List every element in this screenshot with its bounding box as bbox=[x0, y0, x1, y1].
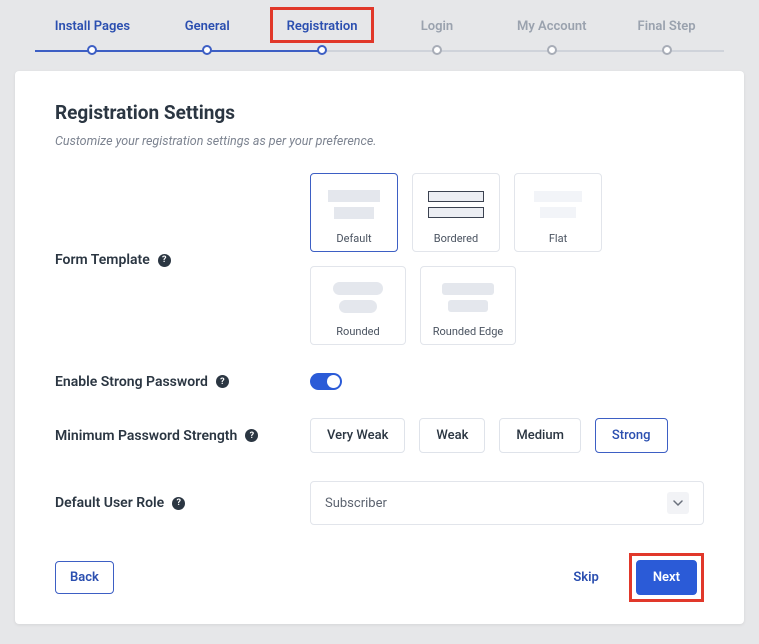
preview-bar bbox=[333, 282, 383, 295]
tile-preview bbox=[421, 182, 491, 226]
help-icon[interactable]: ? bbox=[216, 375, 229, 388]
page-title: Registration Settings bbox=[55, 101, 704, 124]
field-form-template: Form Template ? Default Bordered bbox=[55, 173, 704, 345]
strength-weak[interactable]: Weak bbox=[419, 418, 485, 453]
label-text: Default User Role bbox=[55, 495, 164, 511]
step-dot bbox=[202, 45, 212, 55]
tile-preview bbox=[319, 182, 389, 226]
label-text: Enable Strong Password bbox=[55, 374, 208, 390]
strength-medium[interactable]: Medium bbox=[499, 418, 581, 453]
tile-label: Bordered bbox=[421, 232, 491, 245]
strong-password-control bbox=[310, 373, 704, 390]
chevron-down-icon bbox=[667, 492, 689, 514]
step-general[interactable]: General bbox=[150, 15, 265, 48]
help-icon[interactable]: ? bbox=[245, 429, 258, 442]
step-install-pages[interactable]: Install Pages bbox=[35, 15, 150, 48]
footer-right: Skip Next bbox=[559, 553, 704, 602]
field-default-role: Default User Role ? Subscriber bbox=[55, 481, 704, 525]
step-label: My Account bbox=[517, 19, 587, 34]
template-rounded-edge[interactable]: Rounded Edge bbox=[420, 266, 516, 345]
template-tiles-row1: Default Bordered Flat bbox=[310, 173, 704, 252]
step-dot bbox=[662, 45, 672, 55]
select-value: Subscriber bbox=[325, 496, 387, 511]
strength-options: Very Weak Weak Medium Strong bbox=[310, 418, 704, 453]
preview-bar bbox=[442, 283, 494, 295]
step-login[interactable]: Login bbox=[379, 15, 494, 48]
help-icon[interactable]: ? bbox=[172, 497, 185, 510]
tile-label: Flat bbox=[523, 232, 593, 245]
page-subtitle: Customize your registration settings as … bbox=[55, 134, 704, 149]
strong-password-label: Enable Strong Password ? bbox=[55, 374, 310, 390]
step-label: General bbox=[185, 19, 230, 34]
footer-actions: Back Skip Next bbox=[55, 553, 704, 602]
field-min-strength: Minimum Password Strength ? Very Weak We… bbox=[55, 418, 704, 453]
step-final[interactable]: Final Step bbox=[609, 15, 724, 48]
step-label: Install Pages bbox=[55, 19, 130, 34]
tile-preview bbox=[429, 275, 507, 319]
step-label: Registration bbox=[287, 19, 358, 34]
preview-bar bbox=[334, 207, 374, 219]
default-role-label: Default User Role ? bbox=[55, 495, 310, 511]
stepper-progress bbox=[35, 50, 324, 52]
template-rounded[interactable]: Rounded bbox=[310, 266, 406, 345]
form-template-control: Default Bordered Flat bbox=[310, 173, 704, 345]
step-my-account[interactable]: My Account bbox=[494, 15, 609, 48]
default-role-select[interactable]: Subscriber bbox=[310, 481, 704, 525]
tile-label: Default bbox=[319, 232, 389, 245]
back-button[interactable]: Back bbox=[55, 561, 114, 594]
stepper-nav: Install Pages General Registration Login… bbox=[35, 15, 724, 59]
preview-bar bbox=[540, 207, 576, 218]
preview-bar bbox=[428, 191, 484, 202]
tile-label: Rounded Edge bbox=[429, 325, 507, 338]
field-strong-password: Enable Strong Password ? bbox=[55, 373, 704, 390]
skip-button[interactable]: Skip bbox=[559, 562, 613, 593]
step-dot bbox=[547, 45, 557, 55]
default-role-control: Subscriber bbox=[310, 481, 704, 525]
step-dot bbox=[317, 45, 327, 55]
preview-bar bbox=[534, 191, 582, 202]
strength-very-weak[interactable]: Very Weak bbox=[310, 418, 405, 453]
label-text: Minimum Password Strength bbox=[55, 428, 237, 444]
step-registration[interactable]: Registration bbox=[265, 15, 380, 48]
label-text: Form Template bbox=[55, 252, 150, 268]
template-bordered[interactable]: Bordered bbox=[412, 173, 500, 252]
preview-bar bbox=[428, 207, 484, 218]
strength-strong[interactable]: Strong bbox=[595, 418, 668, 453]
preview-bar bbox=[448, 300, 488, 312]
step-dot bbox=[87, 45, 97, 55]
step-dot bbox=[432, 45, 442, 55]
settings-card: Registration Settings Customize your reg… bbox=[15, 71, 744, 624]
template-flat[interactable]: Flat bbox=[514, 173, 602, 252]
next-highlight-box: Next bbox=[629, 553, 704, 602]
next-button[interactable]: Next bbox=[636, 560, 697, 595]
template-tiles-row2: Rounded Rounded Edge bbox=[310, 266, 704, 345]
step-label: Login bbox=[421, 19, 453, 34]
tile-preview bbox=[319, 275, 397, 319]
strong-password-toggle[interactable] bbox=[310, 373, 342, 390]
preview-bar bbox=[328, 190, 380, 202]
min-strength-label: Minimum Password Strength ? bbox=[55, 428, 310, 444]
help-icon[interactable]: ? bbox=[158, 254, 171, 267]
preview-bar bbox=[339, 300, 377, 313]
tile-preview bbox=[523, 182, 593, 226]
form-template-label: Form Template ? bbox=[55, 250, 310, 268]
template-default[interactable]: Default bbox=[310, 173, 398, 252]
step-label: Final Step bbox=[638, 19, 696, 34]
tile-label: Rounded bbox=[319, 325, 397, 338]
